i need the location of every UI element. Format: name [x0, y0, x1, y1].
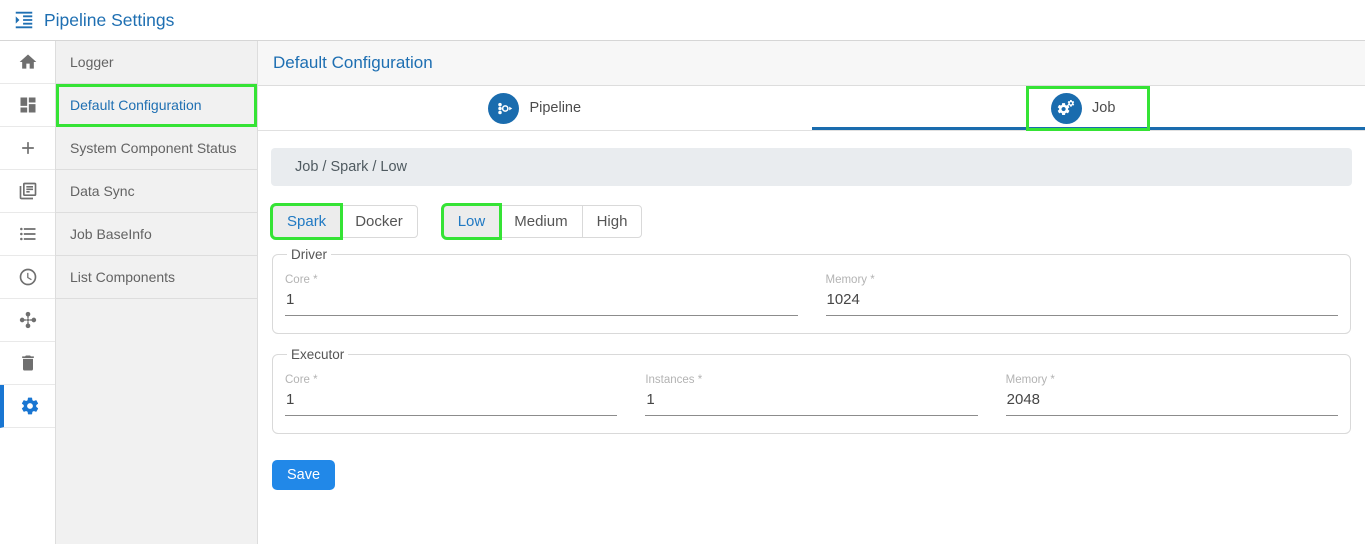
rail-item-library[interactable]	[0, 170, 55, 213]
driver-core-field: Core *	[285, 274, 798, 316]
rail-item-add[interactable]	[0, 127, 55, 170]
main-panel: Default Configuration Pipeline	[258, 41, 1365, 544]
driver-legend: Driver	[287, 247, 331, 262]
page-titlebar: Default Configuration	[258, 41, 1365, 86]
executor-memory-input[interactable]	[1006, 389, 1338, 416]
toggle-row: Spark Docker Low Medium High	[272, 205, 1352, 238]
sidebar-item-default-configuration[interactable]: Default Configuration	[56, 84, 257, 127]
rail-item-settings[interactable]	[0, 385, 55, 428]
engine-toggle-group: Spark Docker	[272, 205, 418, 238]
executor-core-input[interactable]	[285, 389, 617, 416]
sidebar-item-logger[interactable]: Logger	[56, 41, 257, 84]
dashboard-icon	[18, 95, 38, 115]
app-title: Pipeline Settings	[44, 10, 174, 31]
driver-fieldset: Driver Core * Memory *	[272, 247, 1351, 334]
rail-item-list[interactable]	[0, 213, 55, 256]
plus-icon	[18, 138, 38, 158]
tab-bar: Pipeline	[258, 86, 1365, 131]
executor-instances-input[interactable]	[645, 389, 977, 416]
app-shell: Logger Default Configuration System Comp…	[0, 41, 1365, 544]
config-content: Job / Spark / Low Spark Docker Low Mediu…	[258, 131, 1365, 544]
library-icon	[18, 181, 38, 201]
rail-filler	[0, 428, 55, 544]
executor-core-field: Core *	[285, 374, 617, 416]
page-title: Default Configuration	[273, 53, 433, 73]
menu-open-icon[interactable]	[13, 9, 35, 31]
sidebar-item-job-baseinfo[interactable]: Job BaseInfo	[56, 213, 257, 256]
save-button[interactable]: Save	[272, 460, 335, 490]
rail-item-home[interactable]	[0, 41, 55, 84]
graph-icon	[18, 310, 38, 330]
rail-item-dashboard[interactable]	[0, 84, 55, 127]
tab-pipeline-label: Pipeline	[529, 100, 581, 116]
tab-pipeline[interactable]: Pipeline	[258, 86, 812, 130]
executor-legend: Executor	[287, 347, 348, 362]
job-icon	[1051, 93, 1082, 124]
driver-core-input[interactable]	[285, 289, 798, 316]
tab-job[interactable]: Job	[812, 86, 1365, 130]
executor-fieldset: Executor Core * Instances * Memory *	[272, 347, 1351, 434]
engine-option-spark[interactable]: Spark	[272, 205, 341, 238]
tab-job-label: Job	[1092, 100, 1115, 116]
list-icon	[18, 224, 38, 244]
rail-item-graph[interactable]	[0, 299, 55, 342]
clock-icon	[18, 267, 38, 287]
top-header: Pipeline Settings	[0, 0, 1365, 41]
trash-icon	[18, 353, 38, 373]
tab-job-annotation: Job	[1026, 86, 1150, 131]
gear-icon	[20, 396, 40, 416]
level-option-low[interactable]: Low	[443, 205, 501, 238]
settings-sidebar: Logger Default Configuration System Comp…	[56, 41, 258, 544]
sidebar-item-data-sync[interactable]: Data Sync	[56, 170, 257, 213]
rail-item-trash[interactable]	[0, 342, 55, 385]
breadcrumb: Job / Spark / Low	[271, 148, 1352, 186]
executor-instances-field: Instances *	[645, 374, 977, 416]
breadcrumb-text: Job / Spark / Low	[295, 159, 407, 175]
level-option-high[interactable]: High	[582, 205, 643, 238]
level-toggle-group: Low Medium High	[443, 205, 643, 238]
executor-core-label: Core *	[285, 374, 617, 386]
sidebar-item-list-components[interactable]: List Components	[56, 256, 257, 299]
icon-rail	[0, 41, 56, 544]
sidebar-filler	[56, 299, 257, 544]
level-option-medium[interactable]: Medium	[499, 205, 582, 238]
home-icon	[18, 52, 38, 72]
driver-core-label: Core *	[285, 274, 798, 286]
executor-memory-label: Memory *	[1006, 374, 1338, 386]
engine-option-docker[interactable]: Docker	[340, 205, 418, 238]
sidebar-item-system-component-status[interactable]: System Component Status	[56, 127, 257, 170]
executor-instances-label: Instances *	[645, 374, 977, 386]
pipeline-icon	[488, 93, 519, 124]
driver-memory-input[interactable]	[826, 289, 1339, 316]
driver-memory-label: Memory *	[826, 274, 1339, 286]
rail-item-history[interactable]	[0, 256, 55, 299]
driver-memory-field: Memory *	[826, 274, 1339, 316]
executor-memory-field: Memory *	[1006, 374, 1338, 416]
app-root: Pipeline Settings	[0, 0, 1365, 544]
